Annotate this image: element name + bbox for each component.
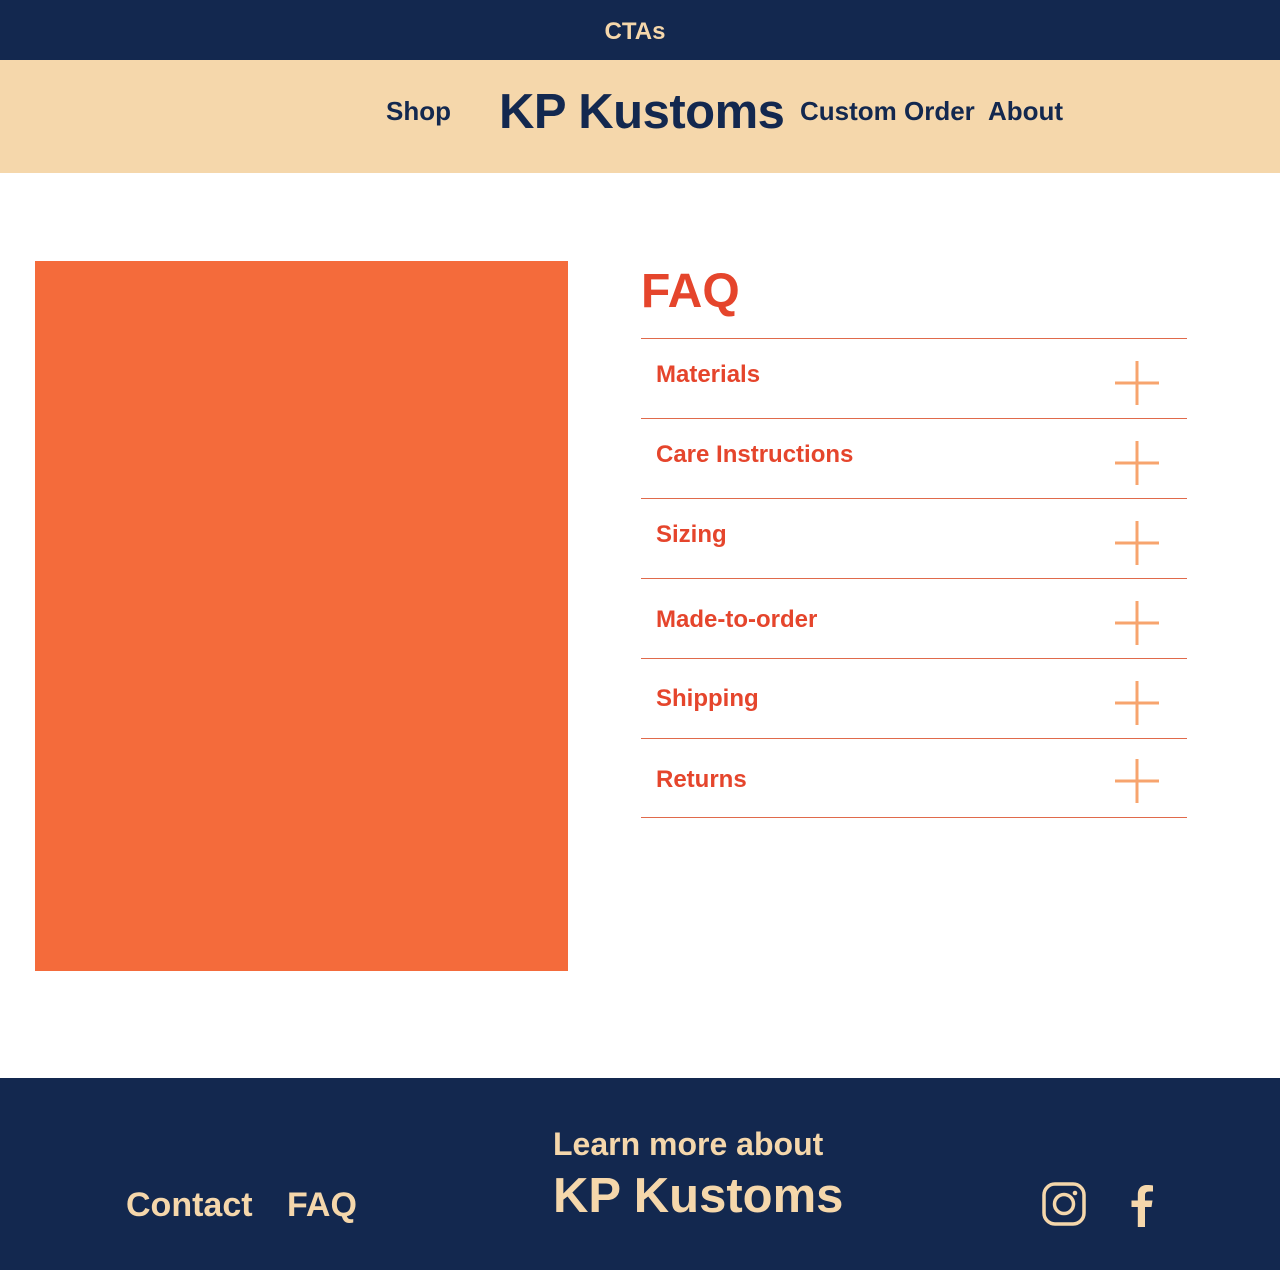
nav-custom-order-link[interactable]: Custom Order [800, 96, 975, 127]
faq-item-label: Made-to-order [656, 606, 818, 633]
faq-item-care-instructions[interactable]: Care Instructions [641, 418, 1187, 498]
cta-text[interactable]: CTAs [605, 18, 666, 46]
plus-icon[interactable] [1115, 521, 1159, 565]
faq-item-made-to-order[interactable]: Made-to-order [641, 578, 1187, 658]
top-announcement-bar: CTAs [0, 0, 1280, 60]
faq-item-shipping[interactable]: Shipping [641, 658, 1187, 738]
instagram-icon[interactable] [1040, 1180, 1088, 1228]
plus-icon[interactable] [1115, 759, 1159, 803]
footer-brand[interactable]: KP Kustoms [553, 1168, 843, 1224]
site-footer: Contact FAQ Learn more about KP Kustoms [0, 1078, 1280, 1270]
plus-icon[interactable] [1115, 441, 1159, 485]
facebook-icon[interactable] [1118, 1180, 1166, 1228]
nav-shop-link[interactable]: Shop [386, 96, 451, 127]
footer-tagline: Learn more about [553, 1126, 824, 1162]
faq-item-sizing[interactable]: Sizing [641, 498, 1187, 578]
faq-item-returns[interactable]: Returns [641, 738, 1187, 818]
image-placeholder [35, 261, 568, 971]
footer-contact-link[interactable]: Contact [126, 1186, 253, 1225]
plus-icon[interactable] [1115, 681, 1159, 725]
plus-icon[interactable] [1115, 601, 1159, 645]
faq-item-label: Sizing [656, 521, 727, 548]
nav-about-link[interactable]: About [988, 96, 1063, 127]
site-header: Shop KP Kustoms Custom Order About [0, 60, 1280, 173]
faq-item-label: Materials [656, 361, 761, 388]
plus-icon[interactable] [1115, 361, 1159, 405]
faq-heading: FAQ [641, 265, 740, 318]
brand-logo[interactable]: KP Kustoms [499, 84, 785, 140]
faq-item-label: Returns [656, 766, 747, 793]
footer-faq-link[interactable]: FAQ [287, 1186, 357, 1225]
faq-item-label: Care Instructions [656, 441, 854, 468]
faq-accordion: Materials Care Instructions Sizing Made-… [641, 338, 1187, 818]
faq-item-label: Shipping [656, 685, 759, 712]
faq-item-materials[interactable]: Materials [641, 338, 1187, 418]
